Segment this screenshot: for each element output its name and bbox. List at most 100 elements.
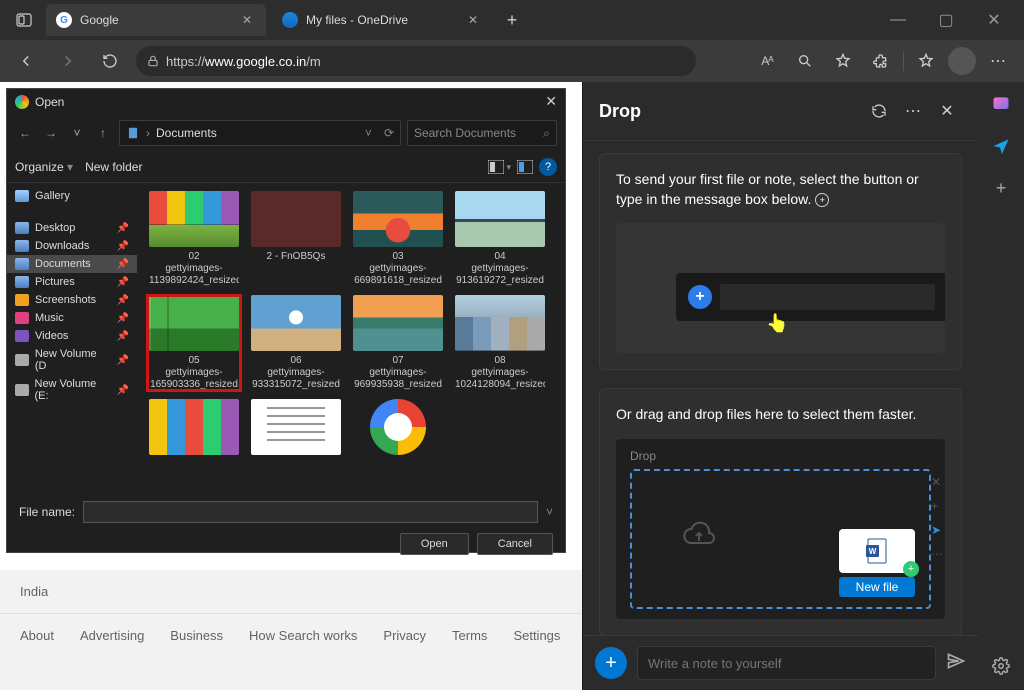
- sidebar-item-pictures[interactable]: Pictures📌: [7, 273, 137, 291]
- minimize-button[interactable]: —: [876, 4, 920, 36]
- file-item[interactable]: 06gettyimages-933315072_resized: [249, 295, 343, 391]
- drop-intro-card: To send your first file or note, select …: [599, 153, 962, 370]
- dialog-icon: [15, 95, 29, 109]
- drop-header: Drop ⋯ ✕: [583, 82, 978, 141]
- sidebar-label: New Volume (D: [35, 348, 111, 372]
- file-item[interactable]: 03gettyimages-669891618_resized: [351, 191, 445, 287]
- dialog-close-button[interactable]: ✕: [545, 93, 557, 110]
- thumbnail: [149, 191, 239, 247]
- thumbnail: [251, 191, 341, 247]
- footer-link[interactable]: Terms: [452, 628, 487, 643]
- file-item[interactable]: 04gettyimages-913619272_resized: [453, 191, 547, 287]
- folder-icon: [15, 222, 29, 234]
- footer-link[interactable]: Business: [170, 628, 223, 643]
- rail-add-button[interactable]: +: [989, 176, 1013, 200]
- close-tab-icon[interactable]: ✕: [468, 13, 482, 27]
- nav-up-button[interactable]: ˅: [67, 123, 87, 143]
- extensions-icon[interactable]: [865, 45, 897, 77]
- rail-item-chat[interactable]: [989, 92, 1013, 116]
- file-item[interactable]: 07gettyimages-969935938_resized: [351, 295, 445, 391]
- close-tab-icon[interactable]: ✕: [242, 13, 256, 27]
- path-box[interactable]: › Documents ˅ ⟳: [119, 120, 401, 146]
- reload-button[interactable]: [94, 45, 126, 77]
- footer-link[interactable]: Advertising: [80, 628, 144, 643]
- sidebar-item-screenshots[interactable]: Screenshots📌: [7, 291, 137, 309]
- help-button[interactable]: ?: [539, 158, 557, 176]
- preview-pane-button[interactable]: [517, 160, 533, 174]
- footer-link[interactable]: About: [20, 628, 54, 643]
- organize-menu[interactable]: Organize ▾: [15, 160, 73, 174]
- favorite-icon[interactable]: [827, 45, 859, 77]
- sidebar-item-downloads[interactable]: Downloads 📌: [7, 237, 137, 255]
- address-bar[interactable]: https://www.google.co.in/m: [136, 46, 696, 76]
- view-mode-button[interactable]: ▾: [488, 160, 511, 174]
- sidebar-label: Downloads: [35, 240, 89, 252]
- sidebar-item-music[interactable]: Music📌: [7, 309, 137, 327]
- drop-note-input[interactable]: [637, 646, 936, 680]
- footer-link[interactable]: Settings: [513, 628, 560, 643]
- cancel-button[interactable]: Cancel: [477, 533, 553, 555]
- forward-button[interactable]: [52, 45, 84, 77]
- refresh-button[interactable]: [864, 96, 894, 126]
- folder-icon: [15, 240, 29, 252]
- back-button[interactable]: [10, 45, 42, 77]
- file-item[interactable]: 05gettyimages-165903336_resized: [147, 295, 241, 391]
- sidebar-label: Pictures: [35, 276, 75, 288]
- sidebar-item-videos[interactable]: Videos📌: [7, 327, 137, 345]
- rail-item-drop[interactable]: [989, 134, 1013, 158]
- rail-settings-button[interactable]: [989, 654, 1013, 678]
- file-item[interactable]: [249, 399, 343, 459]
- sidebar-item-new-volume-e-[interactable]: New Volume (E:📌: [7, 375, 137, 405]
- sidebar-item-desktop[interactable]: Desktop📌: [7, 219, 137, 237]
- file-item[interactable]: [147, 399, 241, 459]
- pin-icon: 📌: [117, 295, 129, 306]
- favorites-bar-icon[interactable]: [910, 45, 942, 77]
- sidebar-item-documents[interactable]: Documents📌: [7, 255, 137, 273]
- drop-panel: Drop ⋯ ✕ To send your first file or note…: [582, 82, 978, 690]
- send-button[interactable]: [946, 651, 966, 676]
- pin-icon: 📌: [117, 241, 129, 252]
- zoom-icon[interactable]: [789, 45, 821, 77]
- tab-google[interactable]: G Google ✕: [46, 4, 266, 36]
- sidebar-item-gallery[interactable]: Gallery: [7, 187, 137, 205]
- menu-button[interactable]: ⋯: [982, 45, 1014, 77]
- thumbnail: [251, 399, 341, 455]
- nav-up-folder-button[interactable]: ↑: [93, 123, 113, 143]
- close-window-button[interactable]: ✕: [972, 4, 1016, 36]
- videos-icon: [15, 330, 29, 342]
- new-folder-button[interactable]: New folder: [85, 160, 142, 174]
- sidebar-label: New Volume (E:: [35, 378, 111, 402]
- file-item[interactable]: 08gettyimages-1024128094_resized: [453, 295, 547, 391]
- file-item[interactable]: 2 - FnOB5Qs: [249, 191, 343, 287]
- maximize-button[interactable]: ▢: [924, 4, 968, 36]
- tab-onedrive[interactable]: My files - OneDrive ✕: [272, 4, 492, 36]
- tab-overview-button[interactable]: [8, 6, 40, 34]
- footer-link[interactable]: Privacy: [383, 628, 426, 643]
- nav-back-button[interactable]: ←: [15, 123, 35, 143]
- file-item[interactable]: [351, 399, 445, 459]
- thumbnail: [370, 399, 426, 455]
- cursor-icon: 👆: [766, 313, 788, 334]
- drive-icon: [15, 384, 29, 396]
- open-button[interactable]: Open: [400, 533, 469, 555]
- attach-button[interactable]: +: [595, 647, 627, 679]
- close-panel-button[interactable]: ✕: [932, 96, 962, 126]
- sidebar-item-new-volume-d[interactable]: New Volume (D 📌: [7, 345, 137, 375]
- read-aloud-icon[interactable]: Aᴬ: [751, 45, 783, 77]
- nav-forward-button[interactable]: →: [41, 123, 61, 143]
- file-item[interactable]: 02gettyimages-1139892424_resized: [147, 191, 241, 287]
- new-tab-button[interactable]: +: [498, 6, 526, 34]
- thumbnail: [455, 295, 545, 351]
- footer-link[interactable]: How Search works: [249, 628, 357, 643]
- folder-icon: [15, 276, 29, 288]
- doc-icon: [126, 126, 140, 140]
- thumbnail: [353, 295, 443, 351]
- profile-avatar[interactable]: [948, 47, 976, 75]
- more-button[interactable]: ⋯: [898, 96, 928, 126]
- dialog-search[interactable]: Search Documents ⌕: [407, 120, 557, 146]
- filename-input[interactable]: [83, 501, 538, 523]
- refresh-icon[interactable]: ⟳: [384, 126, 394, 140]
- dialog-nav: ← → ˅ ↑ › Documents ˅ ⟳ Search Documents…: [7, 114, 565, 152]
- lock-icon: [146, 54, 160, 68]
- pin-icon: 📌: [117, 355, 129, 366]
